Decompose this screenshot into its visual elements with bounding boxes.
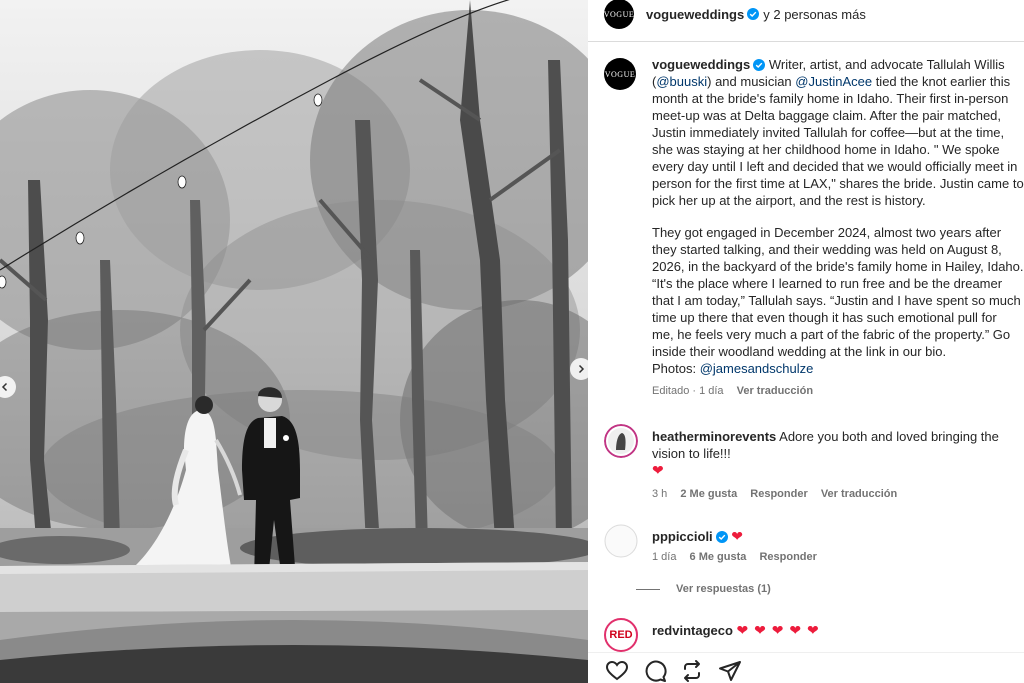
caption-line: person for the first time at LAX," share… — [652, 176, 1024, 191]
caption-line: she was staying at her childhood home in… — [652, 142, 1000, 157]
see-translation-link[interactable]: Ver traducción — [737, 385, 813, 397]
caption-line: meet-up was at Delta baggage claim. Afte… — [652, 108, 1002, 123]
chevron-right-icon — [578, 364, 585, 374]
comment-likes[interactable]: 6 Me gusta — [690, 551, 747, 563]
avatar[interactable] — [604, 524, 638, 558]
caption-meta: Editado · 1 día Ver traducción — [652, 383, 823, 400]
caption-line: they started talking, and their wedding … — [652, 242, 1002, 257]
comment-text: pppiccioli ❤ — [652, 528, 1024, 545]
avatar-logo-text: VOGUE — [603, 9, 635, 19]
avatar[interactable] — [604, 424, 638, 458]
avatar[interactable]: VOGUE — [604, 0, 634, 29]
caption-line: Photos: @jamesandschulze — [652, 360, 1024, 377]
mention-link[interactable]: @jamesandschulze — [700, 361, 814, 376]
comment-body: vision to life!!! — [652, 446, 731, 461]
heart-emoji: ❤ — [652, 462, 665, 478]
caption-avatar[interactable]: VOGUE — [604, 58, 636, 90]
caption-meta-row: Editado · 1 día Ver traducción — [652, 377, 1024, 403]
post-header: VOGUE vogueweddings y 2 personas más — [588, 0, 1024, 29]
comment-meta: 3 h 2 Me gusta Responder Ver traducción — [652, 488, 907, 500]
caption-line: vogueweddings Writer, artist, and advoca… — [652, 56, 1024, 73]
caption-line: 2026, in the backyard of the bride's fam… — [652, 259, 1024, 274]
comment-meta: 1 día 6 Me gusta Responder — [652, 551, 827, 563]
avatar-logo-text: RED — [609, 629, 633, 641]
avatar[interactable]: RED — [604, 618, 638, 652]
edited-time: Editado · 1 día — [652, 385, 724, 397]
comment-username[interactable]: heatherminorevents — [652, 429, 776, 444]
caption-line: They got engaged in December 2024, almos… — [652, 225, 1002, 240]
share-icon[interactable] — [680, 659, 704, 683]
mention-link[interactable]: @buuski — [656, 74, 707, 89]
verified-icon — [753, 59, 766, 71]
verified-icon — [715, 531, 728, 543]
comment-time: 1 día — [652, 551, 677, 563]
heart-emoji: ❤ ❤ ❤ ❤ ❤ — [736, 622, 820, 638]
comment-likes[interactable]: 2 Me gusta — [680, 488, 737, 500]
post-side-panel: VOGUE vogueweddings y 2 personas más VOG… — [588, 0, 1024, 683]
verified-icon — [747, 8, 760, 20]
caption-text-segment: ) and musician — [707, 74, 796, 89]
heart-icon[interactable] — [605, 659, 629, 683]
post-photo[interactable] — [0, 0, 588, 683]
caption-line: pick her up at the airport, and the rest… — [652, 193, 926, 208]
caption-text: vogueweddings Writer, artist, and advoca… — [652, 56, 1024, 403]
header-username[interactable]: vogueweddings — [646, 7, 744, 22]
header-divider — [588, 41, 1024, 42]
see-translation-link[interactable]: Ver traducción — [821, 488, 897, 500]
chevron-left-icon — [1, 382, 8, 392]
comment-icon[interactable] — [643, 659, 667, 683]
caption-text-segment: tied the knot earlier this — [872, 74, 1011, 89]
reply-button[interactable]: Responder — [759, 551, 816, 563]
caption-line: every day until I left and decided that … — [652, 159, 1018, 174]
comment-username[interactable]: pppiccioli — [652, 529, 713, 544]
caption-line: me, he feels very much a part of the fab… — [652, 327, 1011, 342]
avatar-logo-text: VOGUE — [604, 69, 636, 79]
caption-text-segment: Photos: — [652, 361, 700, 376]
carousel-next-button[interactable] — [570, 358, 588, 380]
comment-text: redvintageco ❤ ❤ ❤ ❤ ❤ — [652, 622, 1024, 639]
caption-line: (@buuski) and musician @JustinAcee tied … — [652, 73, 1024, 90]
view-replies-label: Ver respuestas (1) — [676, 583, 771, 595]
caption-line: “It's the place where I learned to run f… — [652, 276, 1003, 291]
caption-username[interactable]: vogueweddings — [652, 57, 750, 72]
reply-button[interactable]: Responder — [750, 488, 807, 500]
comment-time: 3 h — [652, 488, 668, 500]
caption-line: that I am today,” Tallulah says. “Justin… — [652, 293, 1021, 308]
comment-text: heatherminorevents Adore you both and lo… — [652, 428, 1024, 479]
caption-line: month at the bride's family home in Idah… — [652, 91, 1009, 106]
header-collaborators[interactable]: y 2 personas más — [763, 7, 866, 22]
wedding-photo — [0, 0, 588, 683]
comment-username[interactable]: redvintageco — [652, 623, 733, 638]
caption-line: time up there that even though it has su… — [652, 310, 997, 325]
view-replies-button[interactable]: Ver respuestas (1) — [636, 583, 771, 595]
send-icon[interactable] — [718, 659, 742, 683]
mention-link[interactable]: @JustinAcee — [795, 74, 872, 89]
replies-dash — [636, 588, 660, 590]
caption-line: Justin immediately invited Tallulah for … — [652, 125, 1005, 140]
caption-line: inside their woodland wedding at the lin… — [652, 344, 947, 359]
action-bar — [588, 652, 1024, 683]
caption-text-segment: Writer, artist, and advocate Tallulah Wi… — [765, 57, 1005, 72]
comment-body: Adore you both and loved bringing the — [776, 429, 999, 444]
heart-emoji: ❤ — [731, 528, 745, 544]
